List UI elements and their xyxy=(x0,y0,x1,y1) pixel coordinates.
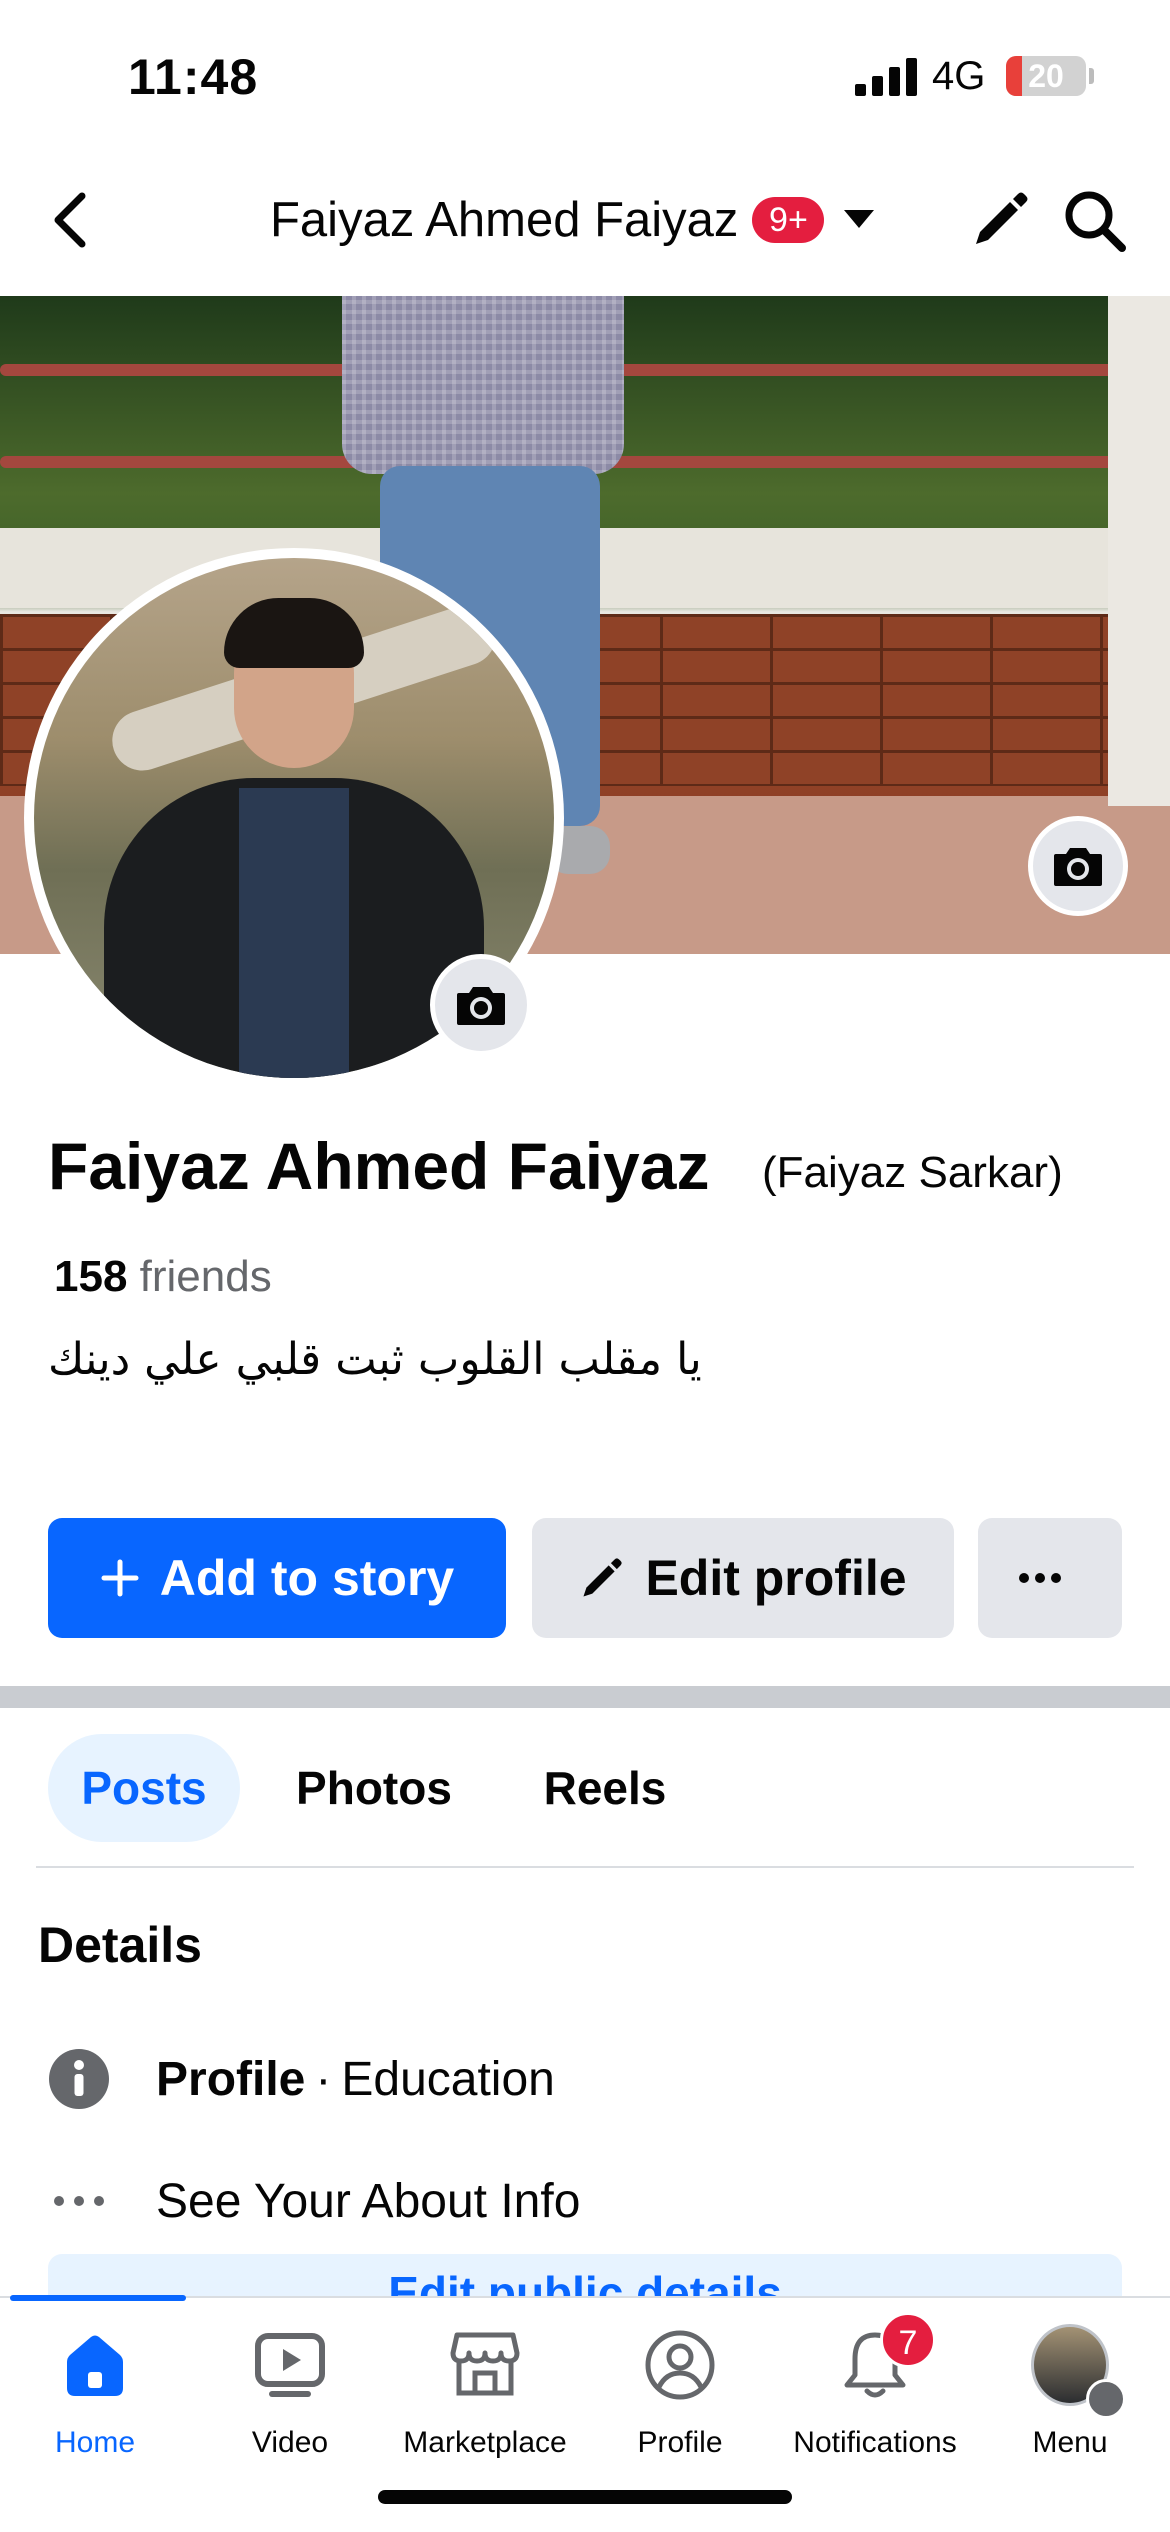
friends-count-link[interactable]: 158 friends xyxy=(54,1252,272,1302)
cover-person-shirt xyxy=(342,296,624,474)
battery-nub xyxy=(1089,68,1094,84)
profile-icon xyxy=(641,2326,719,2404)
menu-avatar-image xyxy=(1031,2324,1126,2419)
see-about-info-link[interactable]: See Your About Info xyxy=(48,2166,580,2236)
avatar-hair xyxy=(224,598,364,668)
profile-bio: يا مقلب القلوب ثبت قلبي علي دينك xyxy=(48,1334,702,1385)
detail-profile-label: Profile xyxy=(156,2052,306,2106)
detail-profile-value: Education xyxy=(341,2052,555,2106)
status-bar: 11:48 4G 20 xyxy=(0,0,1170,150)
profile-alternate-name: (Faiyaz Sarkar) xyxy=(762,1148,1063,1197)
see-about-info-label: See Your About Info xyxy=(156,2174,581,2228)
cover-pillar xyxy=(1108,296,1170,806)
tab-reels[interactable]: Reels xyxy=(520,1734,690,1842)
marketplace-icon xyxy=(446,2326,524,2404)
bottom-tab-label: Home xyxy=(54,2426,136,2459)
bottom-tab-label: Notifications xyxy=(793,2426,957,2459)
detail-separator: · xyxy=(315,2052,332,2106)
bell-icon: 7 xyxy=(836,2312,936,2404)
tab-photos[interactable]: Photos xyxy=(274,1734,474,1842)
status-time: 11:48 xyxy=(128,49,259,105)
more-dots-icon xyxy=(48,2170,110,2232)
search-icon[interactable] xyxy=(1062,188,1128,254)
bottom-tab-label: Video xyxy=(251,2426,329,2459)
notifications-badge: 7 xyxy=(880,2312,936,2368)
bottom-tab-video[interactable]: Video xyxy=(195,2326,385,2486)
info-icon xyxy=(48,2048,110,2110)
more-options-button[interactable] xyxy=(978,1518,1122,1638)
caret-down-icon xyxy=(844,210,875,228)
video-icon xyxy=(251,2326,329,2404)
bottom-tab-notifications[interactable]: 7 Notifications xyxy=(780,2312,970,2486)
home-indicator xyxy=(378,2490,792,2504)
camera-icon xyxy=(1054,848,1102,886)
bottom-tab-menu[interactable]: Menu xyxy=(975,2324,1165,2486)
bottom-tab-label: Menu xyxy=(1032,2426,1108,2459)
detail-row-profile[interactable]: Profile · Education xyxy=(48,2044,555,2114)
edit-profile-picture-button[interactable] xyxy=(430,954,532,1056)
friends-count: 158 xyxy=(54,1252,128,1301)
battery-icon: 20 xyxy=(1006,56,1086,96)
profile-name: Faiyaz Ahmed Faiyaz xyxy=(48,1129,710,1203)
add-to-story-button[interactable]: Add to story xyxy=(48,1518,506,1638)
active-tab-indicator xyxy=(10,2295,186,2301)
menu-hamburger-badge xyxy=(1086,2379,1126,2419)
bottom-tab-profile[interactable]: Profile xyxy=(585,2326,775,2486)
network-type: 4G xyxy=(932,54,986,98)
account-switcher[interactable]: Faiyaz Ahmed Faiyaz 9+ xyxy=(270,188,875,252)
edit-profile-label: Edit profile xyxy=(645,1550,907,1606)
pencil-icon[interactable] xyxy=(970,188,1032,250)
back-icon[interactable] xyxy=(48,190,94,250)
nav-title: Faiyaz Ahmed Faiyaz xyxy=(270,193,739,247)
avatar-shirt xyxy=(239,788,349,1078)
bottom-tab-label: Profile xyxy=(637,2426,723,2459)
battery-percentage: 20 xyxy=(1028,58,1064,94)
bottom-tab-label: Marketplace xyxy=(403,2426,567,2459)
edit-cover-photo-button[interactable] xyxy=(1028,816,1128,916)
notification-count-badge: 9+ xyxy=(752,197,825,243)
top-nav: Faiyaz Ahmed Faiyaz 9+ xyxy=(0,160,1170,280)
plus-icon xyxy=(101,1559,139,1597)
tabs-divider xyxy=(36,1866,1134,1868)
menu-avatar xyxy=(1031,2324,1126,2419)
edit-profile-button[interactable]: Edit profile xyxy=(532,1518,954,1638)
home-icon xyxy=(56,2326,134,2404)
tab-posts[interactable]: Posts xyxy=(48,1734,240,1842)
more-dots-icon xyxy=(1019,1573,1061,1583)
camera-icon xyxy=(457,987,505,1025)
bottom-tab-home[interactable]: Home xyxy=(0,2326,190,2486)
cellular-signal-icon xyxy=(855,58,917,96)
friends-label: friends xyxy=(139,1252,272,1301)
section-divider xyxy=(0,1686,1170,1708)
add-to-story-label: Add to story xyxy=(159,1550,455,1606)
details-heading: Details xyxy=(38,1917,202,1973)
pencil-icon xyxy=(583,1558,623,1597)
bottom-tab-marketplace[interactable]: Marketplace xyxy=(390,2326,580,2486)
